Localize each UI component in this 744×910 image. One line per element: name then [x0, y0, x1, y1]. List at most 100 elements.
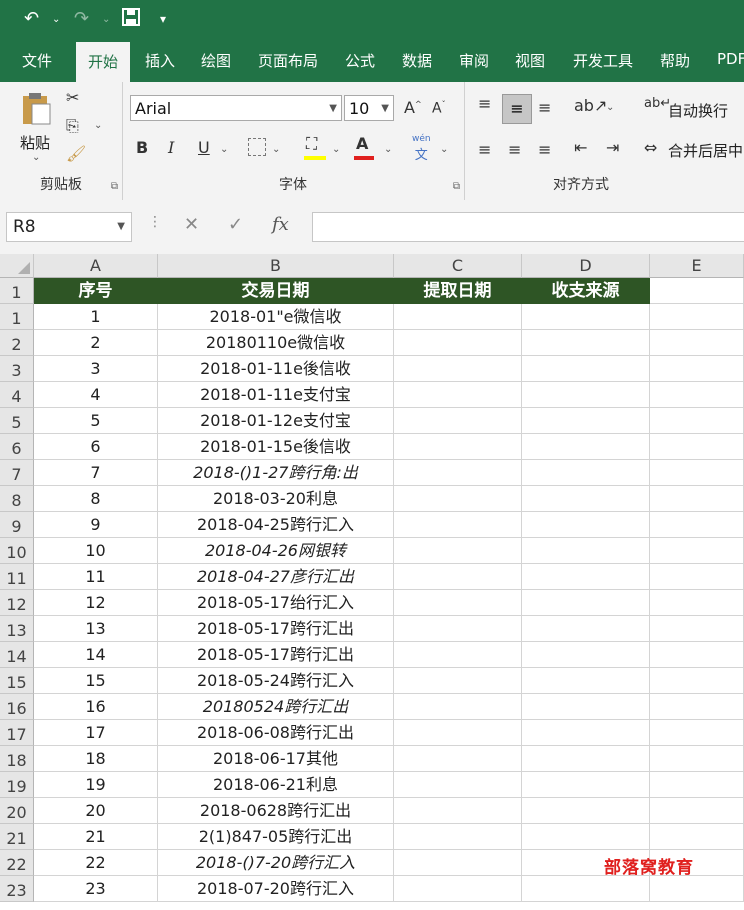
font-name-select[interactable]: Arial ▼: [130, 95, 342, 121]
table-cell[interactable]: [650, 564, 744, 590]
cell-source[interactable]: [522, 486, 650, 512]
align-middle-icon[interactable]: ≡: [502, 94, 532, 124]
table-cell[interactable]: [650, 538, 744, 564]
cell-trade-date[interactable]: 2018-07-20跨行汇入: [158, 876, 394, 902]
row-header[interactable]: 11: [0, 564, 34, 590]
cell-extract-date[interactable]: [394, 772, 522, 798]
shrink-font-button[interactable]: Aˇ: [432, 100, 446, 117]
row-header[interactable]: 8: [0, 486, 34, 512]
cell-trade-date[interactable]: 2018-()7-20跨行汇入: [158, 850, 394, 876]
table-cell[interactable]: [650, 642, 744, 668]
row-header[interactable]: 5: [0, 408, 34, 434]
phonetic-icon[interactable]: wén 文: [412, 134, 431, 163]
insert-function-icon[interactable]: fx: [272, 214, 289, 235]
column-header-e[interactable]: E: [650, 254, 744, 278]
cell-index[interactable]: 1: [34, 304, 158, 330]
row-header[interactable]: 4: [0, 382, 34, 408]
tab-file[interactable]: 文件: [22, 50, 52, 71]
cell-extract-date[interactable]: [394, 876, 522, 902]
cell-extract-date[interactable]: [394, 408, 522, 434]
cell-source[interactable]: [522, 512, 650, 538]
table-cell[interactable]: [650, 798, 744, 824]
cell-index[interactable]: 11: [34, 564, 158, 590]
header-cell-trade-date[interactable]: 交易日期: [158, 278, 394, 304]
paste-dropdown-icon[interactable]: ⌄: [32, 152, 40, 163]
format-painter-icon[interactable]: 🖌: [66, 144, 86, 163]
cell-index[interactable]: 8: [34, 486, 158, 512]
tab-view[interactable]: 视图: [515, 50, 545, 71]
column-header-b[interactable]: B: [158, 254, 394, 278]
undo-dropdown-icon[interactable]: ⌄: [52, 14, 60, 25]
cell-extract-date[interactable]: [394, 512, 522, 538]
cell-trade-date[interactable]: 2018-05-17跨行汇出: [158, 616, 394, 642]
cell-trade-date[interactable]: 2018-0628跨行汇出: [158, 798, 394, 824]
cell-source[interactable]: [522, 330, 650, 356]
row-header[interactable]: 21: [0, 824, 34, 850]
orientation-icon[interactable]: ab↗: [574, 96, 607, 115]
cell-extract-date[interactable]: [394, 330, 522, 356]
tab-help[interactable]: 帮助: [660, 50, 690, 71]
row-header[interactable]: 2: [0, 330, 34, 356]
row-header[interactable]: 3: [0, 356, 34, 382]
cell-source[interactable]: [522, 538, 650, 564]
table-cell[interactable]: [650, 512, 744, 538]
row-header[interactable]: 16: [0, 694, 34, 720]
row-header[interactable]: 9: [0, 512, 34, 538]
header-cell-source[interactable]: 收支来源: [522, 278, 650, 304]
font-color-button[interactable]: A: [356, 134, 368, 153]
cell-trade-date[interactable]: 2018-06-08跨行汇出: [158, 720, 394, 746]
cell-extract-date[interactable]: [394, 720, 522, 746]
cell-index[interactable]: 19: [34, 772, 158, 798]
cell-source[interactable]: [522, 694, 650, 720]
row-header[interactable]: 7: [0, 460, 34, 486]
row-header[interactable]: 18: [0, 746, 34, 772]
cell-index[interactable]: 2: [34, 330, 158, 356]
row-header[interactable]: 20: [0, 798, 34, 824]
tab-review[interactable]: 审阅: [459, 50, 489, 71]
font-launcher-icon[interactable]: ⧉: [453, 181, 460, 192]
row-header[interactable]: 12: [0, 590, 34, 616]
cell-source[interactable]: [522, 434, 650, 460]
merge-center-icon[interactable]: ⇔: [644, 138, 657, 157]
cell-source[interactable]: [522, 590, 650, 616]
cell-extract-date[interactable]: [394, 538, 522, 564]
italic-button[interactable]: I: [168, 138, 174, 157]
row-header[interactable]: 22: [0, 850, 34, 876]
cell-source[interactable]: [522, 642, 650, 668]
decrease-indent-icon[interactable]: ⇤: [574, 138, 587, 157]
cell-index[interactable]: 6: [34, 434, 158, 460]
table-cell[interactable]: [650, 876, 744, 902]
row-header[interactable]: 13: [0, 616, 34, 642]
tab-formulas[interactable]: 公式: [345, 50, 375, 71]
cell-extract-date[interactable]: [394, 642, 522, 668]
cell-trade-date[interactable]: 2018-05-17跨行汇出: [158, 642, 394, 668]
row-header[interactable]: 14: [0, 642, 34, 668]
table-cell[interactable]: [650, 278, 744, 304]
paste-label[interactable]: 粘贴: [20, 132, 50, 153]
cell-index[interactable]: 21: [34, 824, 158, 850]
row-header[interactable]: 10: [0, 538, 34, 564]
select-all-button[interactable]: [0, 254, 34, 278]
cell-trade-date[interactable]: 2018-05-17绐行汇入: [158, 590, 394, 616]
cell-source[interactable]: [522, 772, 650, 798]
align-top-icon[interactable]: ≡: [478, 94, 491, 113]
tab-draw[interactable]: 绘图: [201, 50, 231, 71]
orientation-dropdown-icon[interactable]: ⌄: [606, 102, 614, 113]
cell-index[interactable]: 14: [34, 642, 158, 668]
cell-source[interactable]: [522, 720, 650, 746]
cell-trade-date[interactable]: 2018-05-24跨行汇入: [158, 668, 394, 694]
row-header[interactable]: 17: [0, 720, 34, 746]
cell-extract-date[interactable]: [394, 590, 522, 616]
table-cell[interactable]: [650, 434, 744, 460]
cell-extract-date[interactable]: [394, 434, 522, 460]
name-box[interactable]: R8 ▼: [6, 212, 132, 242]
cancel-icon[interactable]: ✕: [184, 214, 199, 235]
table-cell[interactable]: [650, 460, 744, 486]
cell-index[interactable]: 4: [34, 382, 158, 408]
cell-trade-date[interactable]: 2018-01-11e支付宝: [158, 382, 394, 408]
tab-page-layout[interactable]: 页面布局: [258, 50, 318, 71]
cell-trade-date[interactable]: 2018-04-27彦行汇出: [158, 564, 394, 590]
cell-extract-date[interactable]: [394, 824, 522, 850]
cell-extract-date[interactable]: [394, 746, 522, 772]
row-header[interactable]: 19: [0, 772, 34, 798]
